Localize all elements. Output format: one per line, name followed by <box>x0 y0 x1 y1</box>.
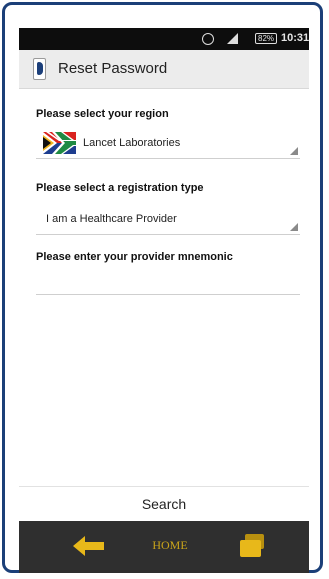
dropdown-triangle-icon <box>290 223 298 231</box>
page-title: Reset Password <box>58 60 168 77</box>
recent-apps-icon[interactable] <box>237 531 267 561</box>
status-bar: 82% 10:31 <box>19 28 309 50</box>
registration-type-label: Please select a registration type <box>36 182 204 194</box>
home-button[interactable]: HOME <box>147 538 193 553</box>
search-button[interactable]: Search <box>19 486 309 521</box>
registration-type-spinner[interactable]: I am a Healthcare Provider <box>36 206 300 235</box>
app-logo-icon[interactable] <box>33 58 46 80</box>
region-value: Lancet Laboratories <box>83 137 181 149</box>
navigation-bar: HOME <box>19 521 309 573</box>
search-label: Search <box>141 496 187 512</box>
south-africa-flag-icon <box>43 132 76 154</box>
region-label: Please select your region <box>36 108 169 120</box>
registration-type-value: I am a Healthcare Provider <box>46 213 177 225</box>
lte-signal-icon <box>227 33 238 44</box>
mnemonic-label: Please enter your provider mnemonic <box>36 251 233 263</box>
mnemonic-input[interactable] <box>36 268 300 295</box>
phone-screen: 82% 10:31 Reset Password Please select y… <box>19 28 309 573</box>
battery-indicator: 82% <box>255 33 278 44</box>
region-spinner[interactable]: Lancet Laboratories <box>36 130 300 159</box>
action-bar: Reset Password <box>19 50 309 89</box>
dropdown-triangle-icon <box>290 147 298 155</box>
back-arrow-icon[interactable] <box>71 533 107 559</box>
status-time: 10:31 <box>281 32 309 44</box>
alarm-clock-icon <box>202 33 214 45</box>
